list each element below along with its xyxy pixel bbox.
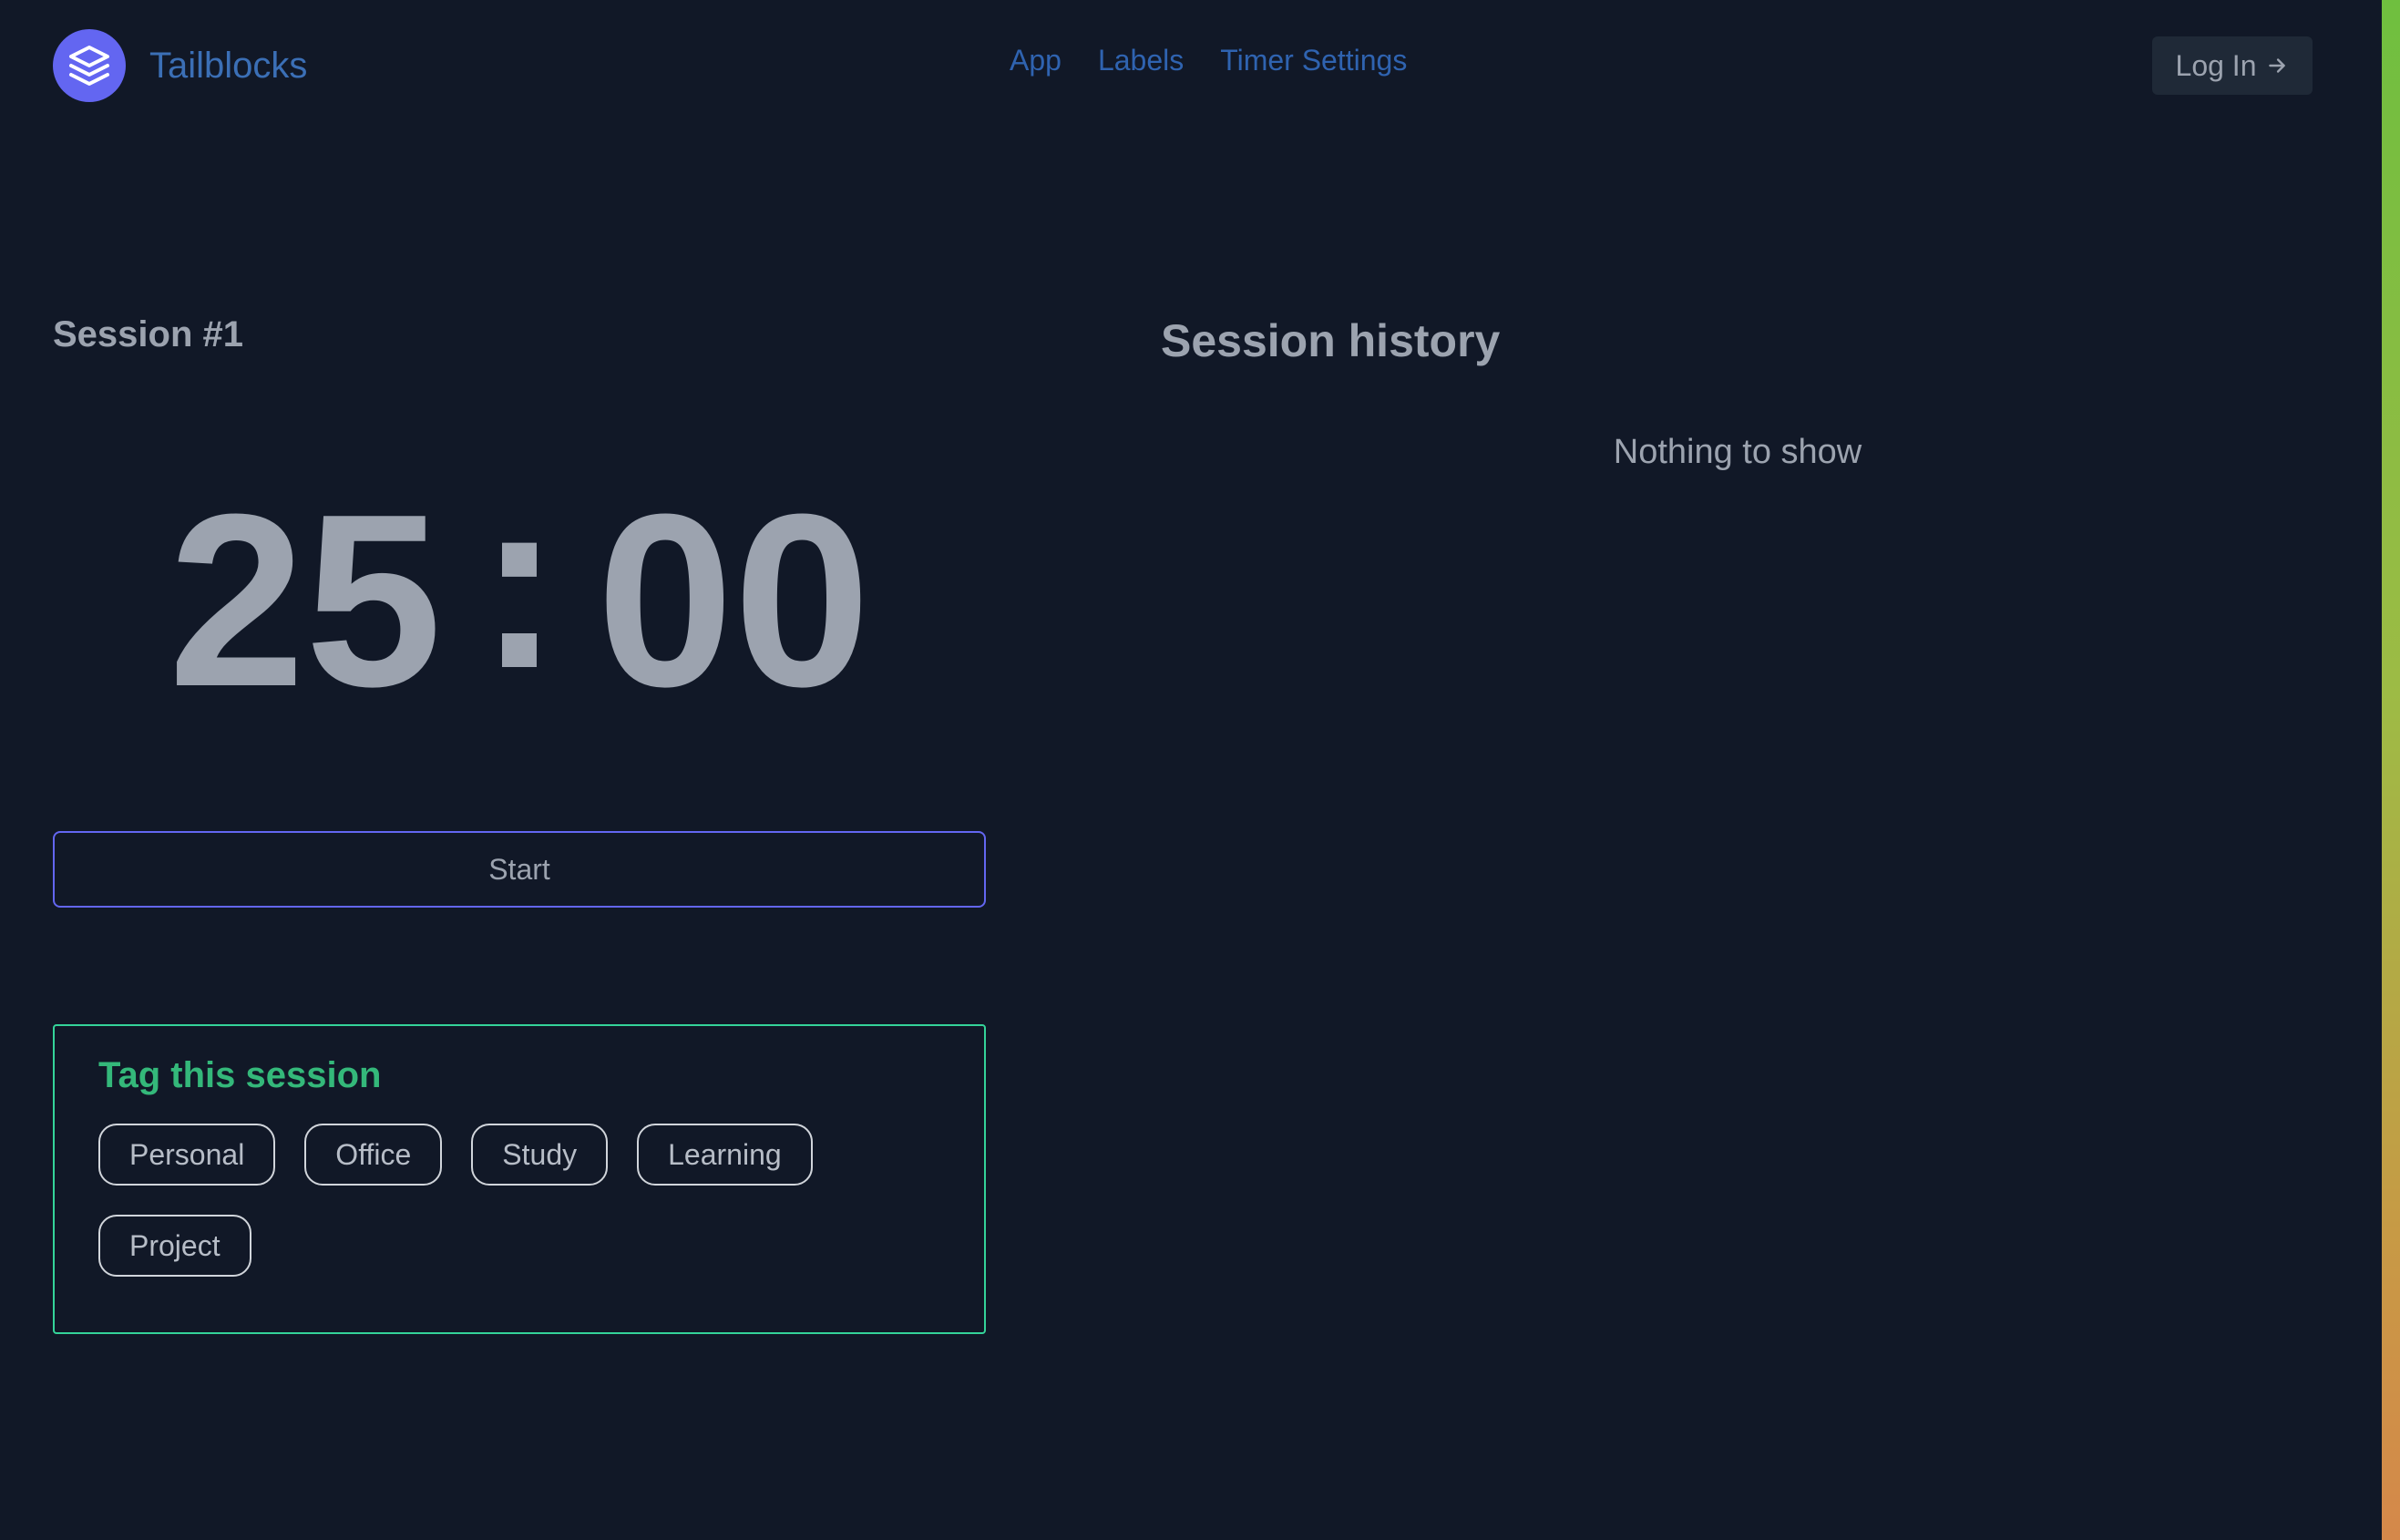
nav-link-app[interactable]: App bbox=[1010, 44, 1062, 77]
start-button[interactable]: Start bbox=[53, 831, 986, 908]
stack-layers-icon bbox=[69, 46, 109, 86]
login-button[interactable]: Log In bbox=[2152, 36, 2313, 95]
nav-link-timer-settings[interactable]: Timer Settings bbox=[1220, 44, 1407, 77]
logo bbox=[53, 29, 126, 102]
timer-seconds: 00 bbox=[596, 464, 871, 738]
tag-learning[interactable]: Learning bbox=[637, 1124, 813, 1186]
top-header: Tailblocks App Labels Timer Settings Log… bbox=[0, 0, 2382, 132]
tag-list: Personal Office Study Learning Project bbox=[98, 1124, 940, 1277]
session-history-title: Session history bbox=[1161, 315, 1501, 366]
tag-personal[interactable]: Personal bbox=[98, 1124, 276, 1186]
window-edge-strip bbox=[2382, 0, 2400, 1540]
tag-project[interactable]: Project bbox=[98, 1215, 251, 1277]
brand-name: Tailblocks bbox=[149, 45, 308, 86]
timer-display: 25:00 bbox=[53, 456, 986, 729]
timer-separator: : bbox=[478, 446, 560, 720]
nav-link-labels[interactable]: Labels bbox=[1098, 44, 1184, 77]
timer-minutes: 25 bbox=[168, 464, 443, 738]
main-nav: App Labels Timer Settings bbox=[1010, 44, 1407, 77]
arrow-right-icon bbox=[2269, 58, 2286, 73]
tag-session-panel: Tag this session Personal Office Study L… bbox=[53, 1024, 986, 1334]
brand-link[interactable]: Tailblocks bbox=[53, 29, 307, 102]
session-title: Session #1 bbox=[53, 314, 244, 354]
history-empty-message: Nothing to show bbox=[1613, 433, 1862, 471]
tag-office[interactable]: Office bbox=[304, 1124, 443, 1186]
tag-study[interactable]: Study bbox=[471, 1124, 609, 1186]
login-label: Log In bbox=[2175, 48, 2257, 82]
tag-panel-title: Tag this session bbox=[98, 1055, 382, 1095]
